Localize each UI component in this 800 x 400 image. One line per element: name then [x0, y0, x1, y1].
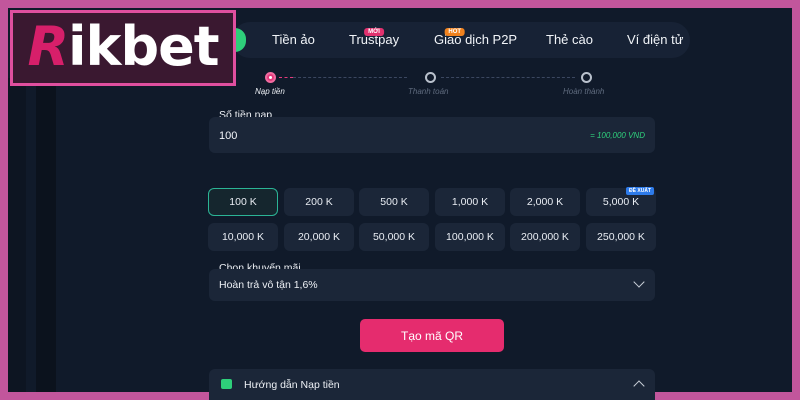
deposit-steps: Nạp tiền Thanh toán Hoàn thành	[255, 72, 615, 102]
step-2-dot	[425, 72, 436, 83]
amount-value: 100	[219, 130, 238, 142]
logo-letter-r: R	[27, 14, 69, 78]
step-2-label: Thanh toán	[408, 87, 449, 96]
amount-chip[interactable]: 5,000 K ĐỀ XUẤT	[586, 187, 656, 216]
new-badge: MỚI	[364, 28, 384, 36]
amount-input[interactable]: 100 = 100,000 VND	[209, 117, 655, 153]
tab-trustpay[interactable]: Trustpay MỚI	[349, 28, 399, 47]
step-line-2	[441, 77, 575, 78]
tab-card[interactable]: Thẻ cào	[546, 32, 593, 47]
side-panel-edge	[36, 78, 56, 392]
tab-ewallet[interactable]: Ví điện tử	[627, 32, 683, 47]
chevron-up-icon	[633, 380, 645, 392]
amount-chip[interactable]: 10,000 K	[208, 223, 278, 251]
step-line-1	[293, 77, 407, 78]
amount-chip[interactable]: 200 K	[284, 188, 354, 216]
side-panel	[8, 78, 26, 392]
promo-select[interactable]: Hoàn trả vô tận 1,6%	[209, 269, 655, 301]
amount-converted: = 100,000 VND	[590, 131, 645, 140]
step-1-dot	[265, 72, 276, 83]
amount-chip[interactable]: 20,000 K	[284, 223, 354, 251]
tab-crypto[interactable]: Tiền ảo	[272, 32, 315, 47]
chevron-down-icon	[633, 276, 645, 288]
create-qr-button[interactable]: Tạo mã QR	[360, 319, 504, 352]
amount-chip[interactable]: 1,000 K	[435, 188, 505, 216]
hot-badge: HOT	[444, 28, 466, 36]
logo-text: Rikbet	[27, 14, 220, 78]
step-line-active	[279, 77, 293, 78]
amount-chip[interactable]: 500 K	[359, 188, 429, 216]
guide-icon	[221, 379, 232, 389]
logo-letters: ikbet	[68, 14, 220, 78]
amount-chip[interactable]: 250,000 K	[586, 223, 656, 251]
amount-chip[interactable]: 200,000 K	[510, 223, 580, 251]
recommended-badge: ĐỀ XUẤT	[626, 187, 654, 195]
promo-value: Hoàn trả vô tận 1,6%	[219, 279, 318, 291]
amount-chip[interactable]: 100 K	[208, 188, 278, 216]
step-3-label: Hoàn thành	[563, 87, 605, 96]
amount-chip[interactable]: 50,000 K	[359, 223, 429, 251]
amount-chip[interactable]: 2,000 K	[510, 188, 580, 216]
deposit-guide-accordion[interactable]: Hướng dẫn Nạp tiền	[209, 369, 655, 400]
step-1-label: Nạp tiền	[255, 87, 285, 96]
tab-p2p[interactable]: Giao dịch P2P HOT	[434, 28, 517, 47]
guide-label: Hướng dẫn Nạp tiền	[244, 379, 340, 391]
step-3-dot	[581, 72, 592, 83]
amount-chip[interactable]: 100,000 K	[435, 223, 505, 251]
rikbet-logo: Rikbet	[10, 10, 236, 86]
payment-method-nav: Tiền ảo Trustpay MỚI Giao dịch P2P HOT Thẻ…	[224, 22, 690, 58]
